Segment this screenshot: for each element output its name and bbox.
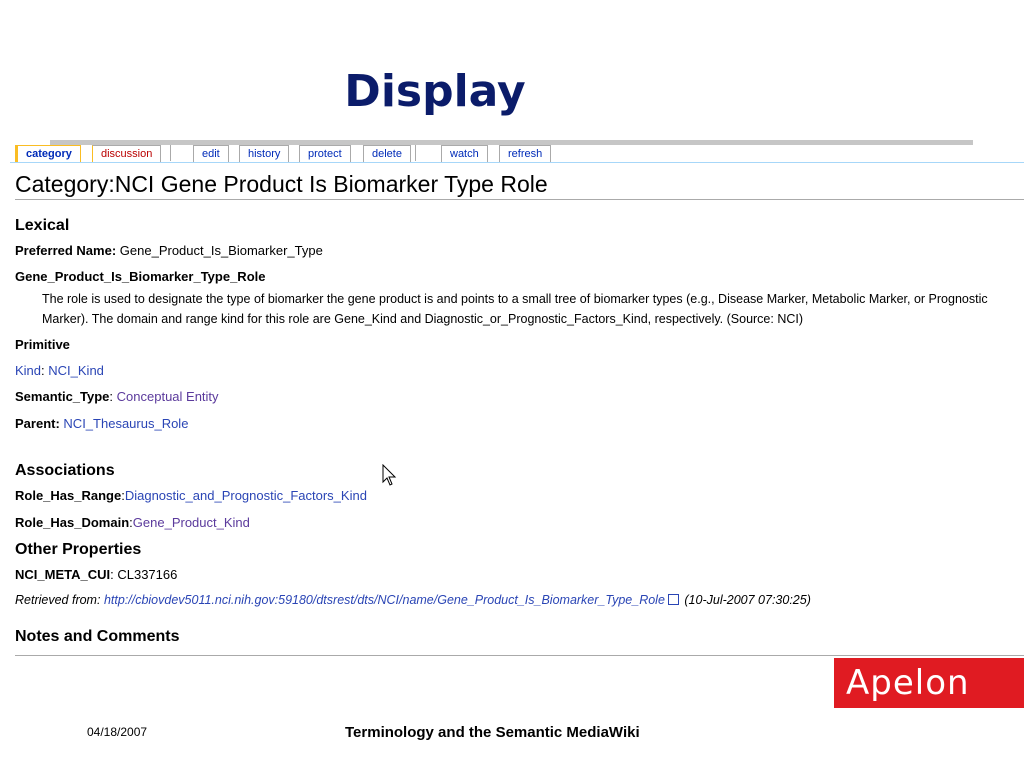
external-link-icon: [667, 594, 679, 605]
role-range-row: Role_Has_Range:Diagnostic_and_Prognostic…: [15, 488, 367, 503]
semantic-type-link[interactable]: Conceptual Entity: [117, 389, 219, 404]
kind-value-link[interactable]: NCI_Kind: [48, 363, 104, 378]
page-heading: Category:NCI Gene Product Is Biomarker T…: [15, 171, 548, 197]
tab-separator: [415, 145, 416, 161]
cui-value: CL337166: [117, 567, 178, 582]
tab-discussion[interactable]: discussion: [92, 145, 162, 162]
section-other-properties: Other Properties: [15, 541, 142, 558]
preferred-name-row: Preferred Name: Gene_Product_Is_Biomarke…: [15, 242, 323, 260]
kind-row: Kind: NCI_Kind: [15, 363, 104, 378]
tab-history[interactable]: history: [239, 145, 290, 162]
role-range-label: Role_Has_Range: [15, 488, 122, 503]
tab-separator: [170, 145, 171, 161]
role-domain-row: Role_Has_Domain:Gene_Product_Kind: [15, 515, 250, 530]
tab-refresh[interactable]: refresh: [499, 145, 552, 162]
tab-watch[interactable]: watch: [441, 145, 488, 162]
term-definition: The role is used to designate the type o…: [42, 292, 988, 326]
mouse-pointer-icon: [382, 464, 397, 486]
section-notes: Notes and Comments: [15, 628, 180, 645]
retrieved-prefix: Retrieved from:: [15, 593, 101, 607]
tab-protect[interactable]: protect: [299, 145, 351, 162]
retrieved-url-link[interactable]: http://cbiovdev5011.nci.nih.gov:59180/dt…: [104, 593, 665, 607]
term-name: Gene_Product_Is_Biomarker_Type_Role: [15, 269, 266, 284]
semantic-type-row: Semantic_Type: Conceptual Entity: [15, 389, 219, 404]
footer-title: Terminology and the Semantic MediaWiki: [345, 724, 640, 741]
preferred-name-label: Preferred Name:: [15, 243, 117, 258]
preferred-name-value: Gene_Product_Is_Biomarker_Type: [119, 243, 323, 258]
parent-label: Parent:: [15, 416, 60, 431]
tab-category[interactable]: category: [15, 145, 81, 162]
tab-delete[interactable]: delete: [363, 145, 411, 162]
tab-edit[interactable]: edit: [193, 145, 229, 162]
parent-row: Parent: NCI_Thesaurus_Role: [15, 415, 188, 433]
retrieved-date: (10-Jul-2007 07:30:25): [684, 593, 811, 607]
role-domain-label: Role_Has_Domain: [15, 515, 130, 530]
role-range-link[interactable]: Diagnostic_and_Prognostic_Factors_Kind: [125, 488, 367, 503]
cui-label: NCI_META_CUI: [15, 567, 111, 582]
kind-label-link[interactable]: Kind: [15, 363, 41, 378]
heading-divider: [15, 199, 1024, 200]
bottom-divider: [15, 655, 1024, 656]
retrieved-from: Retrieved from: http://cbiovdev5011.nci.…: [15, 593, 811, 607]
slide-title: Display: [344, 66, 526, 117]
cui-row: NCI_META_CUI: CL337166: [15, 567, 178, 582]
footer-date: 04/18/2007: [87, 725, 148, 739]
section-lexical: Lexical: [15, 217, 70, 234]
semantic-type-label: Semantic_Type: [15, 389, 110, 404]
apelon-logo: Apelon: [834, 658, 1024, 708]
role-domain-link[interactable]: Gene_Product_Kind: [133, 515, 250, 530]
page-tabs: category discussion edit history protect…: [10, 145, 1024, 163]
logo-text: Apelon: [846, 663, 970, 703]
section-primitive: Primitive: [15, 337, 70, 352]
parent-link[interactable]: NCI_Thesaurus_Role: [63, 416, 188, 431]
section-associations: Associations: [15, 462, 115, 479]
